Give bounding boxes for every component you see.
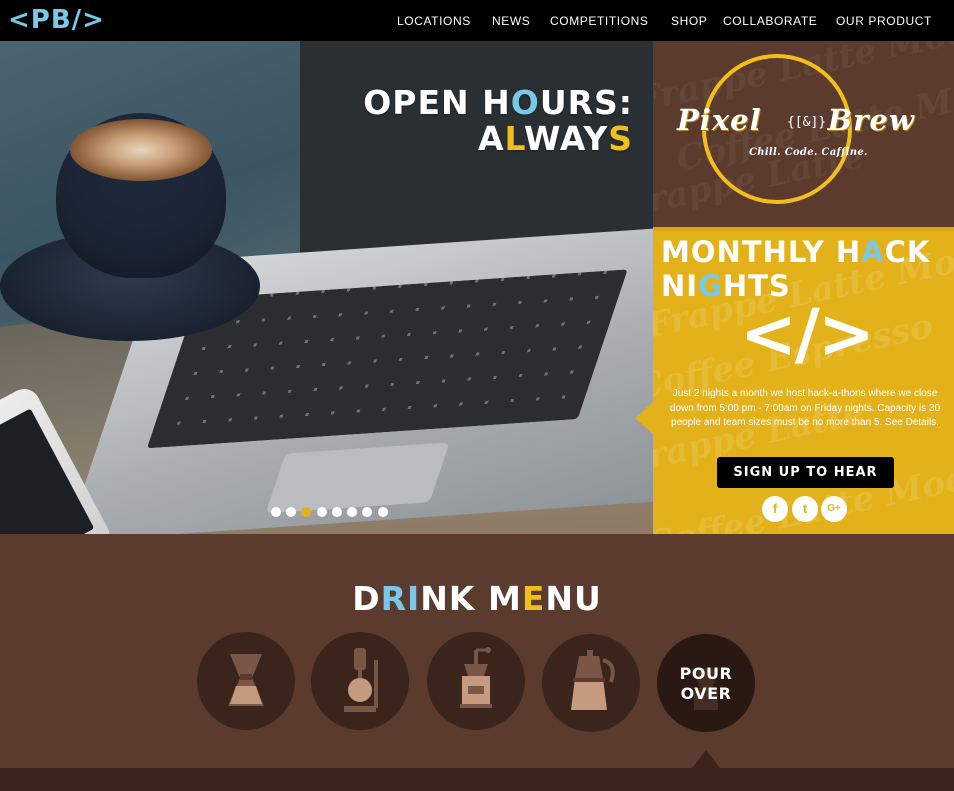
drink-chemex[interactable] [197, 632, 295, 730]
logo-pb: PB [30, 5, 72, 35]
slider-dot-5[interactable] [332, 507, 342, 517]
hack-title: MONTHLY HACK NIGHTS [661, 235, 931, 303]
hero-slider: OPEN HOURS: ALWAYS [0, 41, 653, 534]
nav-our-product[interactable]: OUR PRODUCT [836, 14, 932, 28]
chemex-icon [228, 654, 264, 706]
drink-moka-pot[interactable] [542, 634, 640, 732]
moka-pot-icon [571, 650, 615, 710]
hack-nights-panel: Frappe Latte Mocha Coffee Espresso Frapp… [653, 227, 954, 534]
slider-dot-3[interactable] [301, 507, 311, 517]
footer-bar [0, 768, 954, 791]
hack-panel-notch [635, 402, 653, 434]
drink-grinder[interactable] [427, 632, 525, 730]
slider-dot-7[interactable] [362, 507, 372, 517]
grinder-icon [460, 647, 492, 708]
slider-dot-6[interactable] [347, 507, 357, 517]
brand-tagline: Chill. Code. Caffine. [749, 147, 868, 158]
hero-trackpad [265, 442, 450, 514]
hero-coffee-cup [56, 113, 226, 278]
hero-title-line2: ALWAYS [478, 119, 633, 158]
nav-competitions[interactable]: COMPETITIONS [550, 14, 649, 28]
nav-collaborate[interactable]: COLLABORATE [723, 14, 817, 28]
drink-pour-over[interactable]: POUR OVER [657, 634, 755, 732]
pour-over-label: POUR OVER [679, 664, 733, 703]
brand-mid-symbol: {[&]} [787, 115, 827, 130]
hack-description: Just 2 nights a month we host hack-a-tho… [669, 388, 941, 428]
logo[interactable]: <PB/> [8, 4, 105, 36]
nav-locations[interactable]: LOCATIONS [397, 14, 471, 28]
nav-shop[interactable]: SHOP [671, 14, 707, 28]
code-brackets-icon: </> [740, 295, 875, 374]
logo-lt: < [8, 5, 31, 35]
drink-menu-title: DRINK MENU [352, 579, 602, 618]
top-nav: <PB/> LOCATIONS NEWS COMPETITIONS SHOP C… [0, 0, 954, 41]
hero-latte-art [70, 119, 212, 181]
siphon-icon [344, 648, 378, 712]
drink-siphon[interactable] [311, 632, 409, 730]
menu-pointer [692, 750, 720, 768]
nav-news[interactable]: NEWS [492, 14, 530, 28]
slider-dot-4[interactable] [317, 507, 327, 517]
logo-slash: /> [71, 5, 105, 35]
signup-button[interactable]: SIGN UP TO HEAR [717, 457, 894, 488]
facebook-icon[interactable]: f [762, 496, 788, 522]
hero-title: OPEN HOURS: ALWAYS [363, 85, 633, 157]
slider-dot-1[interactable] [271, 507, 281, 517]
google-plus-icon[interactable]: G+ [821, 496, 847, 522]
brand-panel: Frappe Latte Mocha Coffee Latte Mocha Fr… [653, 41, 954, 227]
twitter-icon[interactable]: t [792, 496, 818, 522]
slider-dot-2[interactable] [286, 507, 296, 517]
hero-title-line1: OPEN HOURS: [363, 83, 633, 122]
slider-dot-8[interactable] [378, 507, 388, 517]
